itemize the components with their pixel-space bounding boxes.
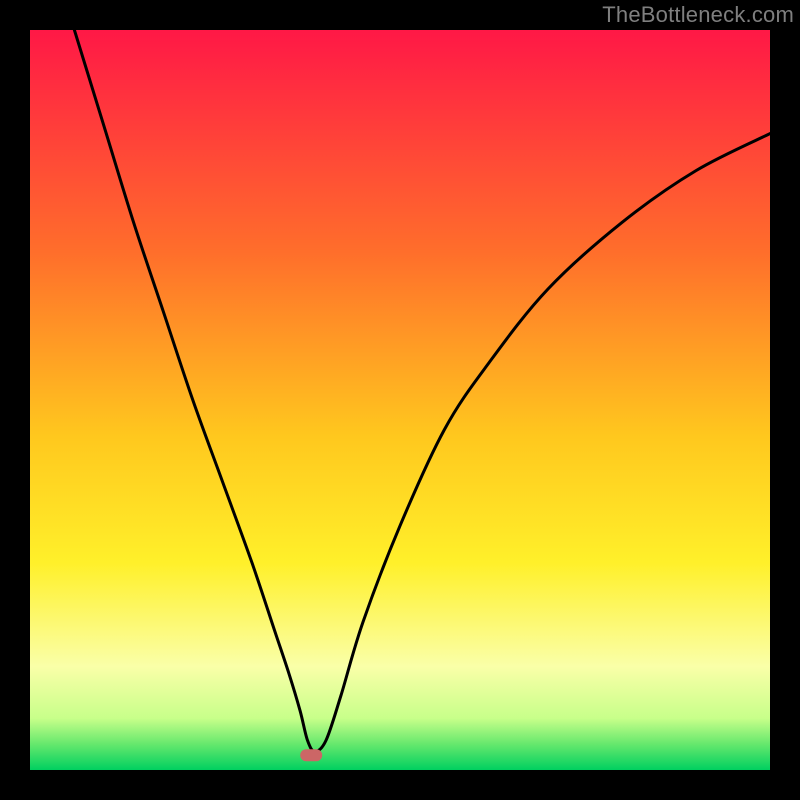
optimal-marker	[300, 749, 322, 761]
bottleneck-chart	[30, 30, 770, 770]
plot-background	[30, 30, 770, 770]
chart-container: TheBottleneck.com	[0, 0, 800, 800]
watermark-text: TheBottleneck.com	[602, 2, 794, 28]
